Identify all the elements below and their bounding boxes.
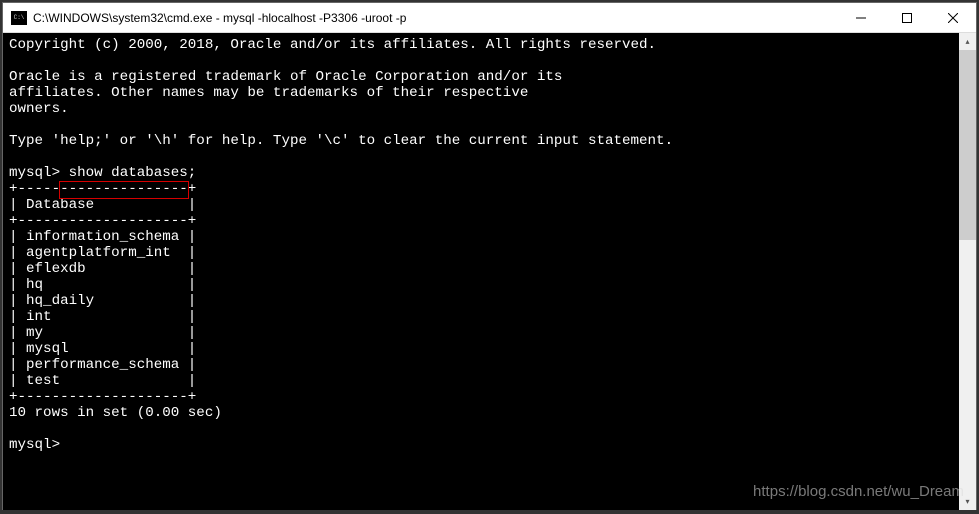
vertical-scrollbar[interactable]: ▴ ▾ (959, 33, 976, 510)
copyright-line: Copyright (c) 2000, 2018, Oracle and/or … (9, 37, 656, 53)
table-row: | test | (9, 373, 196, 389)
table-row: | eflexdb | (9, 261, 196, 277)
cmd-icon (11, 11, 27, 25)
table-border-bot: +--------------------+ (9, 389, 196, 405)
maximize-button[interactable] (884, 3, 930, 32)
table-row: | agentplatform_int | (9, 245, 196, 261)
minimize-button[interactable] (838, 3, 884, 32)
scroll-track[interactable] (959, 50, 976, 493)
mysql-prompt: mysql> (9, 437, 60, 453)
table-border-sep: +--------------------+ (9, 213, 196, 229)
watermark-text: https://blog.csdn.net/wu_Dream (753, 483, 964, 500)
table-row: | performance_schema | (9, 357, 196, 373)
trademark-line-2: affiliates. Other names may be trademark… (9, 85, 528, 101)
help-line: Type 'help;' or '\h' for help. Type '\c'… (9, 133, 673, 149)
command-prompt-window: C:\WINDOWS\system32\cmd.exe - mysql -hlo… (2, 2, 977, 510)
window-controls (838, 3, 976, 32)
titlebar[interactable]: C:\WINDOWS\system32\cmd.exe - mysql -hlo… (3, 3, 976, 33)
mysql-prompt: mysql> (9, 165, 60, 181)
table-row: | hq_daily | (9, 293, 196, 309)
trademark-line-3: owners. (9, 101, 69, 117)
trademark-line-1: Oracle is a registered trademark of Orac… (9, 69, 562, 85)
terminal-output: Copyright (c) 2000, 2018, Oracle and/or … (3, 33, 976, 457)
table-header: | Database | (9, 197, 196, 213)
command-show-databases: show databases; (60, 165, 196, 181)
table-row: | my | (9, 325, 196, 341)
window-title: C:\WINDOWS\system32\cmd.exe - mysql -hlo… (33, 11, 838, 25)
table-row: | mysql | (9, 341, 196, 357)
close-button[interactable] (930, 3, 976, 32)
table-row: | hq | (9, 277, 196, 293)
table-row: | information_schema | (9, 229, 196, 245)
result-summary: 10 rows in set (0.00 sec) (9, 405, 222, 421)
terminal-area[interactable]: Copyright (c) 2000, 2018, Oracle and/or … (3, 33, 976, 510)
scroll-up-arrow-icon[interactable]: ▴ (959, 33, 976, 50)
table-border-top: +--------------------+ (9, 181, 196, 197)
scroll-thumb[interactable] (959, 50, 976, 240)
table-row: | int | (9, 309, 196, 325)
